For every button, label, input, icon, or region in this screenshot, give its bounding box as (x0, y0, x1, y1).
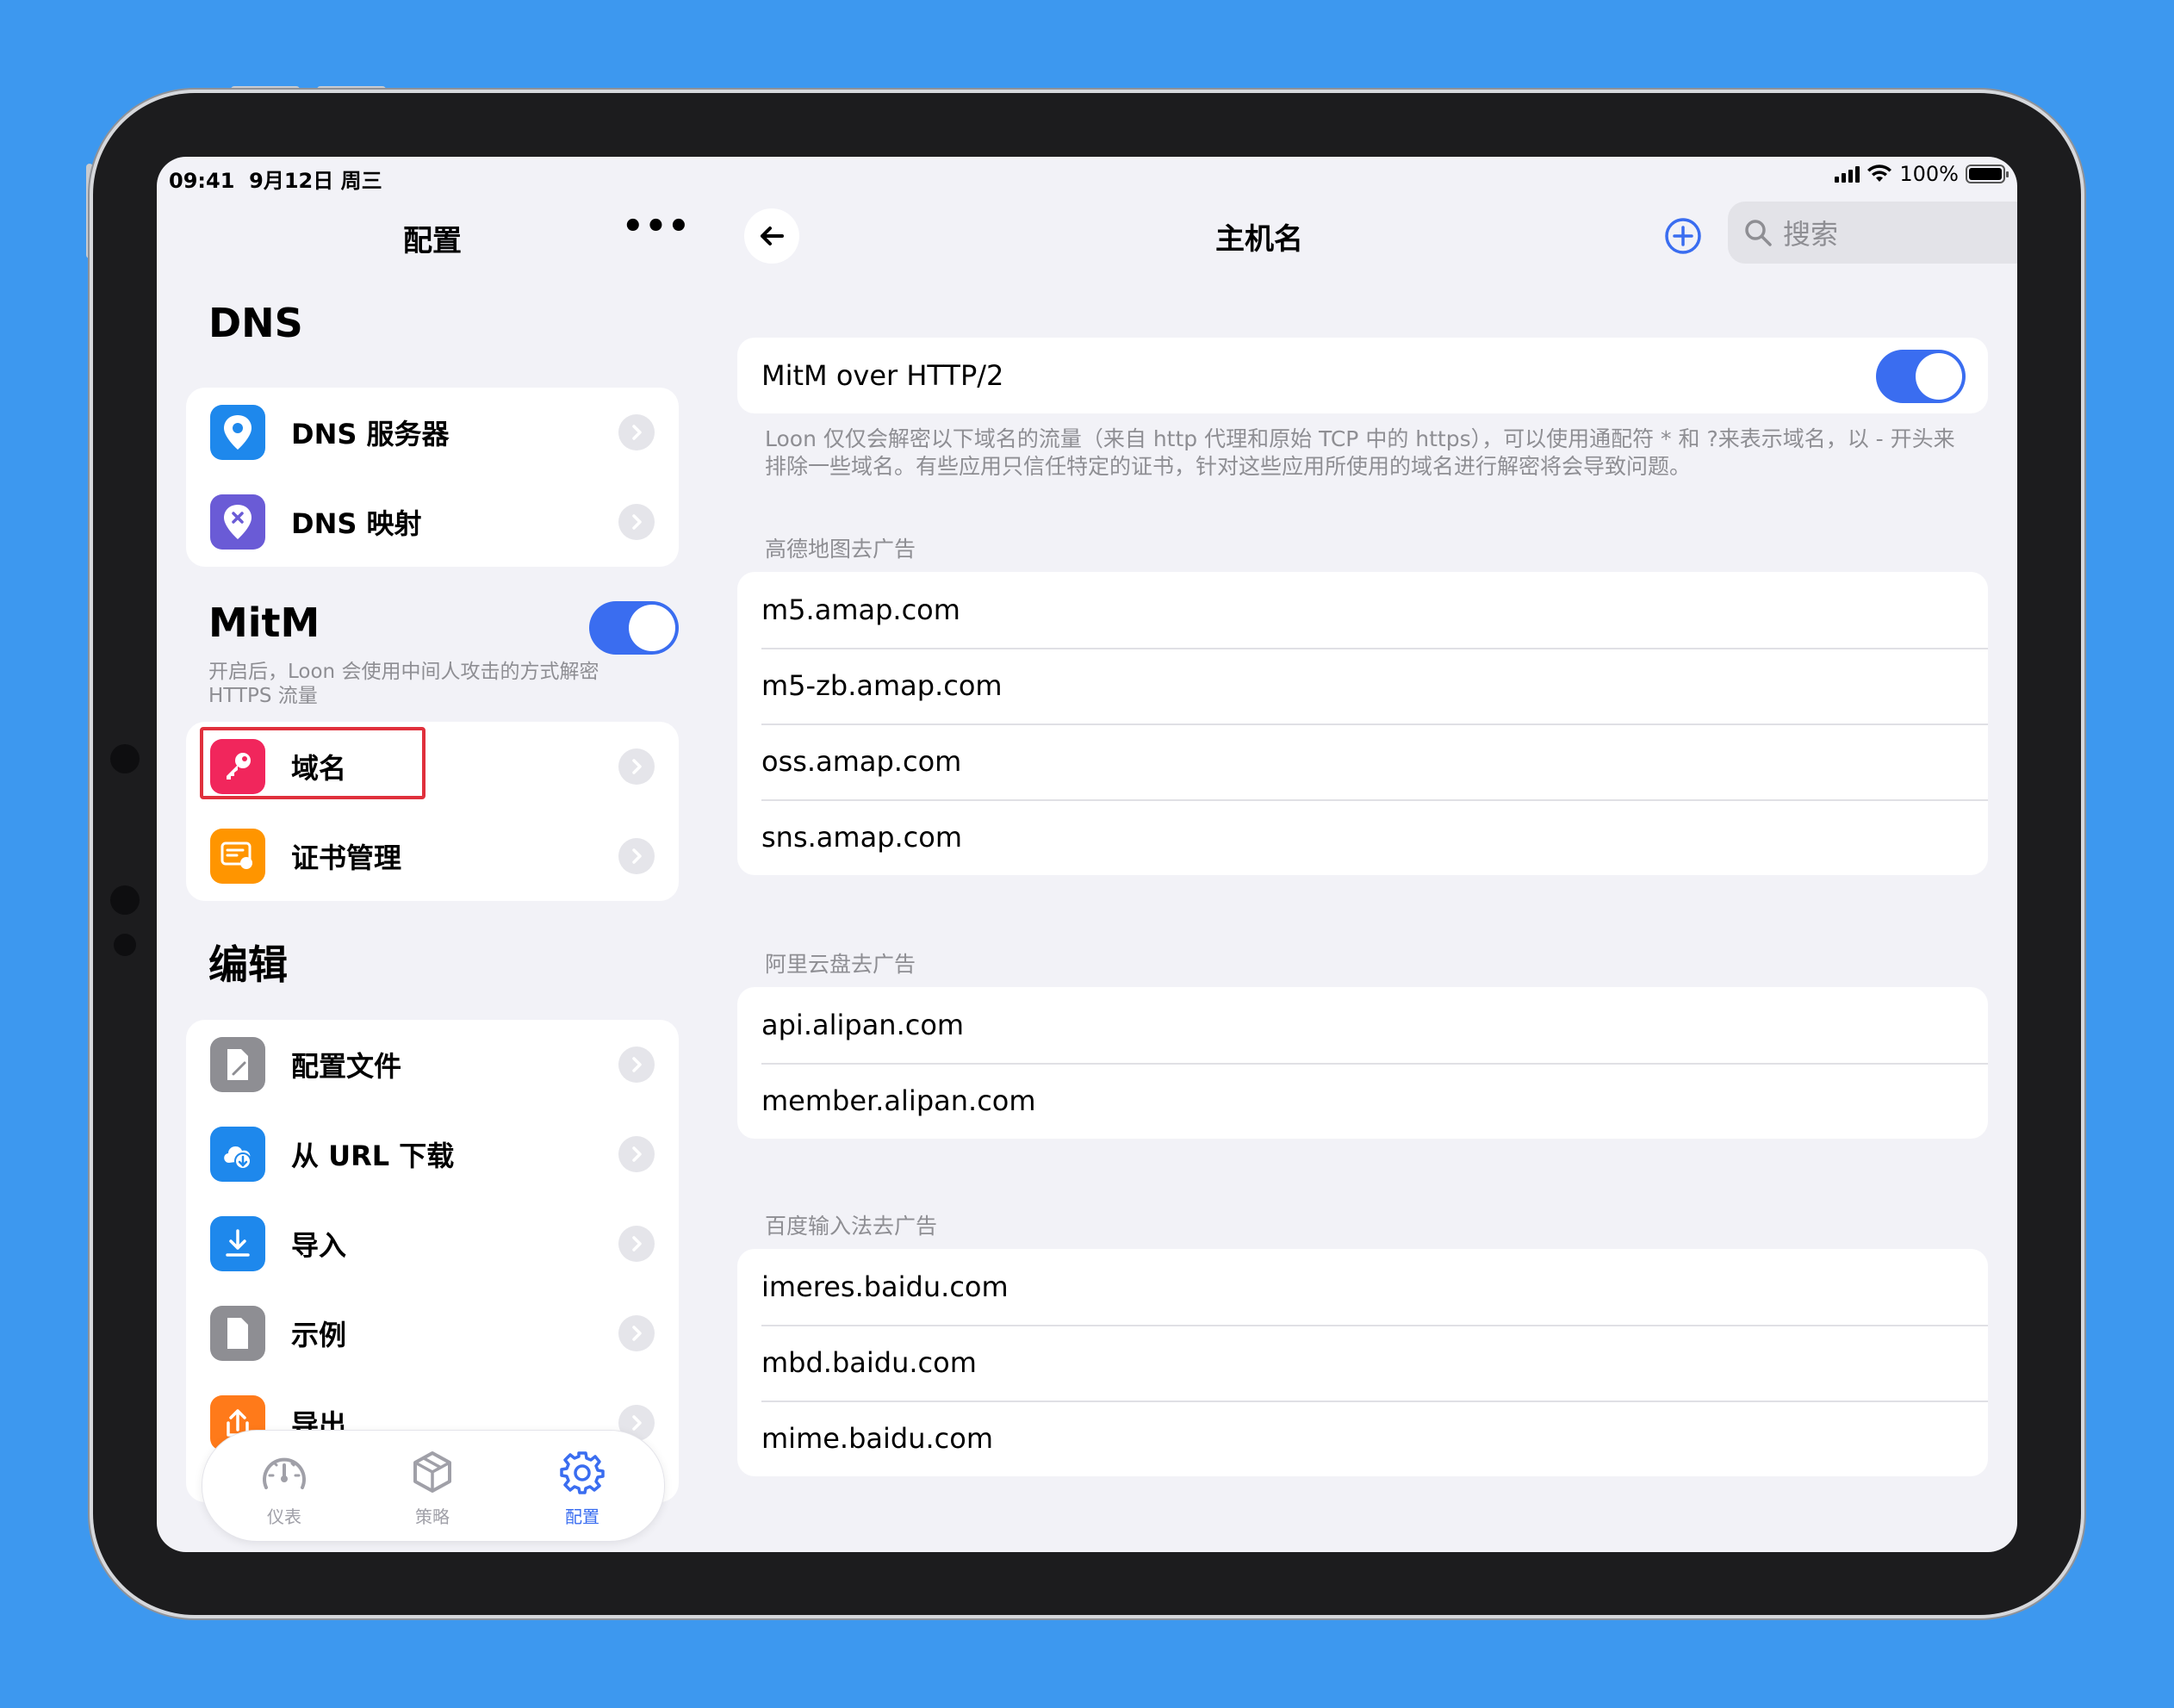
chevron-right-icon (618, 1136, 655, 1172)
cloud-download-icon (210, 1127, 265, 1182)
sidebar-item-label: DNS 映射 (291, 507, 422, 540)
section-header-mitm: MitM (208, 599, 320, 646)
group-header: 高德地图去广告 (765, 537, 916, 562)
sidebar-item-label: DNS 服务器 (291, 418, 450, 450)
chevron-right-icon (618, 504, 655, 540)
tab-label: 仪表 (267, 1506, 301, 1527)
hostname-row[interactable]: sns.amap.com (737, 799, 1988, 875)
tab-policy[interactable]: 策略 (385, 1450, 480, 1528)
mitm-note: 开启后，Loon 会使用中间人攻击的方式解密 HTTPS 流量 (208, 661, 599, 707)
hostname-row[interactable]: imeres.baidu.com (737, 1249, 1988, 1325)
tab-label: 策略 (415, 1506, 450, 1527)
hostname-row[interactable]: m5-zb.amap.com (737, 648, 1988, 724)
sidebar-item-label: 导入 (291, 1229, 347, 1262)
location-pin-icon (210, 405, 265, 460)
hostname-group-alipan: api.alipan.com member.alipan.com (737, 987, 1988, 1139)
http2-toggle[interactable] (1876, 350, 1966, 403)
chevron-right-icon (618, 1047, 655, 1083)
sidebar-item-import[interactable]: 导入 (186, 1199, 679, 1289)
certificate-icon (210, 829, 265, 884)
doc-edit-icon (210, 1037, 265, 1092)
sidebar-item-download-url[interactable]: 从 URL 下载 (186, 1109, 679, 1199)
mitm-footnote: Loon 仅仅会解密以下域名的流量（来自 http 代理和原始 TCP 中的 h… (765, 426, 1955, 479)
chevron-right-icon (618, 414, 655, 450)
gauge-icon (263, 1457, 306, 1489)
http2-card: MitM over HTTP/2 (737, 338, 1988, 413)
group-header: 阿里云盘去广告 (765, 952, 916, 977)
cube-icon (413, 1451, 451, 1493)
chevron-right-icon (618, 1315, 655, 1351)
sidebar-item-label: 示例 (291, 1319, 347, 1351)
hostname-row[interactable]: mime.baidu.com (737, 1401, 1988, 1476)
section-header-dns: DNS (208, 300, 303, 346)
hostname-group-baidu: imeres.baidu.com mbd.baidu.com mime.baid… (737, 1249, 1988, 1476)
http2-label: MitM over HTTP/2 (761, 359, 1004, 392)
chevron-right-icon (618, 1226, 655, 1262)
tab-label: 配置 (565, 1506, 599, 1527)
hostname-row[interactable]: api.alipan.com (737, 987, 1988, 1063)
sidebar-item-dns-mapping[interactable]: DNS 映射 (186, 477, 679, 567)
camera-dot (110, 885, 140, 915)
sidebar-item-label: 配置文件 (291, 1050, 402, 1083)
camera-dot (110, 744, 140, 773)
import-icon (210, 1216, 265, 1271)
sidebar: 配置 ••• DNS DNS 服务器 DNS 映射 MitM 开启后，Loon … (157, 157, 691, 1552)
hostname-row[interactable]: m5.amap.com (737, 572, 1988, 648)
sidebar-item-dns-server[interactable]: DNS 服务器 (186, 388, 679, 477)
sidebar-item-certificates[interactable]: 证书管理 (186, 811, 679, 901)
chevron-right-icon (618, 748, 655, 785)
hostname-group-amap: m5.amap.com m5-zb.amap.com oss.amap.com … (737, 572, 1988, 875)
doc-icon (210, 1306, 265, 1361)
mitm-toggle[interactable] (589, 601, 679, 655)
highlight-box (200, 727, 425, 799)
volume-button-top (231, 86, 300, 93)
screen: 09:41 9月12日 周三 100% 配置 ••• DNS DNS 服务器 D… (157, 157, 2017, 1552)
tab-config[interactable]: 配置 (535, 1450, 630, 1528)
chevron-right-icon (618, 838, 655, 874)
group-header: 百度输入法去广告 (765, 1214, 938, 1239)
tab-dashboard[interactable]: 仪表 (237, 1450, 332, 1528)
detail-pane: 主机名 搜索 MitM over HTTP/2 Loon 仅仅会解密以下域名的流… (708, 157, 2017, 1552)
add-button[interactable] (1664, 217, 1702, 258)
hostname-row[interactable]: oss.amap.com (737, 724, 1988, 799)
dns-group: DNS 服务器 DNS 映射 (186, 388, 679, 567)
sidebar-item-example[interactable]: 示例 (186, 1289, 679, 1378)
gear-icon (560, 1451, 605, 1494)
pin-x-icon (210, 494, 265, 550)
page-title: 主机名 (1215, 222, 1303, 257)
plus-circle-icon (1665, 218, 1701, 254)
search-placeholder: 搜索 (1783, 218, 1839, 251)
search-field[interactable]: 搜索 (1728, 202, 2017, 264)
tab-bar: 仪表 策略 配置 (202, 1430, 665, 1542)
camera-dot (114, 934, 136, 956)
volume-button-second (317, 86, 386, 93)
section-header-edit: 编辑 (208, 941, 288, 988)
more-button[interactable]: ••• (622, 207, 691, 246)
side-button (86, 164, 93, 258)
sidebar-item-label: 证书管理 (291, 842, 402, 874)
http2-row: MitM over HTTP/2 (737, 338, 1988, 413)
hostname-row[interactable]: member.alipan.com (737, 1063, 1988, 1139)
sidebar-item-config-file[interactable]: 配置文件 (186, 1020, 679, 1109)
hostname-row[interactable]: mbd.baidu.com (737, 1325, 1988, 1401)
sidebar-item-label: 从 URL 下载 (291, 1140, 455, 1172)
search-icon (1745, 220, 1772, 246)
